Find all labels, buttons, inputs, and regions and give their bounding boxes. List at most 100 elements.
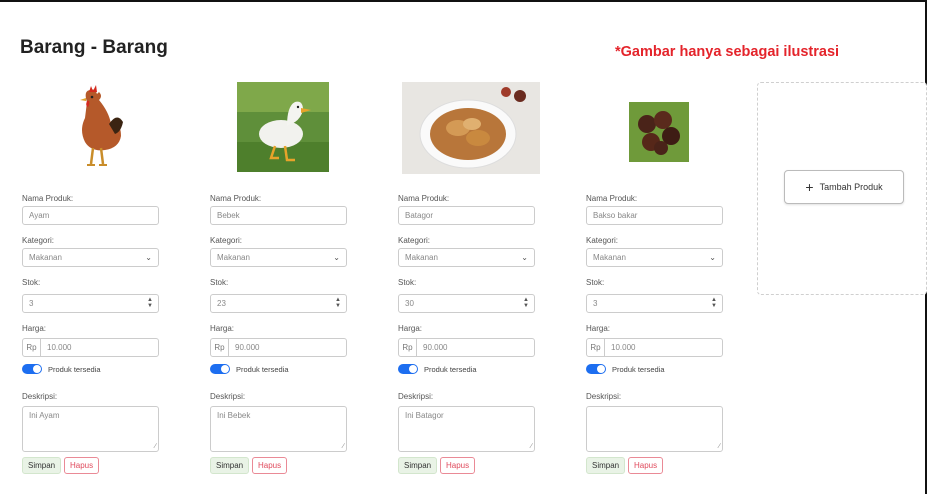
description-label: Deskripsi:	[22, 392, 58, 401]
price-label: Harga:	[210, 324, 235, 333]
name-input[interactable]: Bebek	[210, 206, 347, 225]
plus-icon: +	[805, 179, 814, 195]
product-image-bakso-bakar	[586, 82, 731, 174]
category-value: Makanan	[405, 253, 438, 262]
price-input[interactable]: Rp 10.000	[22, 338, 159, 357]
page-title: Barang - Barang	[20, 37, 168, 58]
description-label: Deskripsi:	[210, 392, 246, 401]
currency-prefix: Rp	[587, 339, 605, 356]
description-textarea[interactable]: Ini Ayam ∕	[22, 406, 159, 452]
currency-prefix: Rp	[211, 339, 229, 356]
stock-value: 30	[405, 299, 414, 308]
save-button[interactable]: Simpan	[398, 457, 438, 474]
available-toggle-row: Produk tersedia	[586, 364, 665, 374]
name-label: Nama Produk:	[210, 194, 262, 203]
price-value: 90.000	[423, 343, 448, 352]
price-value: 10.000	[611, 343, 636, 352]
available-label: Produk tersedia	[236, 364, 289, 374]
available-label: Produk tersedia	[424, 364, 477, 374]
stock-input[interactable]: 3 ▲ ▼	[22, 294, 159, 313]
resize-grip-icon[interactable]: ∕	[719, 443, 720, 450]
name-input[interactable]: Batagor	[398, 206, 535, 225]
available-toggle[interactable]	[210, 364, 230, 374]
price-input[interactable]: Rp 90.000	[210, 338, 347, 357]
stock-value: 3	[29, 299, 34, 308]
description-value: Ini Ayam	[29, 411, 60, 420]
spinner-icon[interactable]: ▲ ▼	[523, 297, 529, 309]
chevron-down-icon: ⌄	[333, 253, 340, 262]
price-value: 10.000	[47, 343, 72, 352]
delete-button[interactable]: Hapus	[440, 457, 476, 474]
stock-label: Stok:	[398, 278, 417, 287]
delete-button[interactable]: Hapus	[64, 457, 100, 474]
description-textarea[interactable]: ∕	[586, 406, 723, 452]
available-toggle[interactable]	[586, 364, 606, 374]
category-value: Makanan	[593, 253, 626, 262]
illustration-note: *Gambar hanya sebagai ilustrasi	[615, 44, 840, 60]
save-button[interactable]: Simpan	[210, 457, 250, 474]
add-product-button[interactable]: + Tambah Produk	[784, 170, 904, 204]
product-card: Nama Produk: Bebek Kategori: Makanan ⌄ S…	[210, 82, 355, 474]
chevron-down-icon: ⌄	[709, 253, 716, 262]
price-label: Harga:	[398, 324, 423, 333]
category-select[interactable]: Makanan ⌄	[22, 248, 159, 267]
category-select[interactable]: Makanan ⌄	[586, 248, 723, 267]
stock-label: Stok:	[22, 278, 41, 287]
spinner-icon[interactable]: ▲ ▼	[147, 297, 153, 309]
stock-label: Stok:	[210, 278, 229, 287]
price-input[interactable]: Rp 10.000	[586, 338, 723, 357]
chevron-down-icon: ⌄	[145, 253, 152, 262]
category-select[interactable]: Makanan ⌄	[398, 248, 535, 267]
spinner-icon[interactable]: ▲ ▼	[711, 297, 717, 309]
name-input[interactable]: Bakso bakar	[586, 206, 723, 225]
product-image-chicken	[22, 82, 167, 174]
name-input[interactable]: Ayam	[22, 206, 159, 225]
product-card: Nama Produk: Batagor Kategori: Makanan ⌄…	[398, 82, 543, 474]
price-label: Harga:	[22, 324, 47, 333]
stock-label: Stok:	[586, 278, 605, 287]
available-toggle[interactable]	[398, 364, 418, 374]
name-label: Nama Produk:	[586, 194, 638, 203]
spinner-icon[interactable]: ▲ ▼	[335, 297, 341, 309]
description-value: Ini Bebek	[217, 411, 251, 420]
price-value: 90.000	[235, 343, 260, 352]
price-input[interactable]: Rp 90.000	[398, 338, 535, 357]
save-button[interactable]: Simpan	[586, 457, 626, 474]
available-toggle-row: Produk tersedia	[398, 364, 477, 374]
available-toggle[interactable]	[22, 364, 42, 374]
description-value: Ini Batagor	[405, 411, 444, 420]
resize-grip-icon[interactable]: ∕	[343, 443, 344, 450]
product-image-batagor	[398, 82, 543, 174]
add-product-label: Tambah Produk	[819, 182, 883, 192]
category-label: Kategori:	[586, 236, 619, 245]
chevron-down-icon: ⌄	[521, 253, 528, 262]
available-toggle-row: Produk tersedia	[22, 364, 101, 374]
save-button[interactable]: Simpan	[22, 457, 62, 474]
currency-prefix: Rp	[23, 339, 41, 356]
stock-input[interactable]: 3 ▲ ▼	[586, 294, 723, 313]
currency-prefix: Rp	[399, 339, 417, 356]
delete-button[interactable]: Hapus	[628, 457, 664, 474]
category-select[interactable]: Makanan ⌄	[210, 248, 347, 267]
price-label: Harga:	[586, 324, 611, 333]
category-label: Kategori:	[398, 236, 431, 245]
name-label: Nama Produk:	[398, 194, 450, 203]
delete-button[interactable]: Hapus	[252, 457, 288, 474]
category-value: Makanan	[29, 253, 62, 262]
description-textarea[interactable]: Ini Batagor ∕	[398, 406, 535, 452]
category-label: Kategori:	[22, 236, 55, 245]
available-label: Produk tersedia	[612, 364, 665, 374]
description-label: Deskripsi:	[398, 392, 434, 401]
category-value: Makanan	[217, 253, 250, 262]
stock-value: 3	[593, 299, 598, 308]
stock-input[interactable]: 23 ▲ ▼	[210, 294, 347, 313]
available-toggle-row: Produk tersedia	[210, 364, 289, 374]
stock-input[interactable]: 30 ▲ ▼	[398, 294, 535, 313]
product-image-duck	[210, 82, 355, 174]
stock-value: 23	[217, 299, 226, 308]
description-textarea[interactable]: Ini Bebek ∕	[210, 406, 347, 452]
product-card: Nama Produk: Bakso bakar Kategori: Makan…	[586, 82, 731, 474]
resize-grip-icon[interactable]: ∕	[531, 443, 532, 450]
resize-grip-icon[interactable]: ∕	[155, 443, 156, 450]
product-card: Nama Produk: Ayam Kategori: Makanan ⌄ St…	[22, 82, 167, 474]
